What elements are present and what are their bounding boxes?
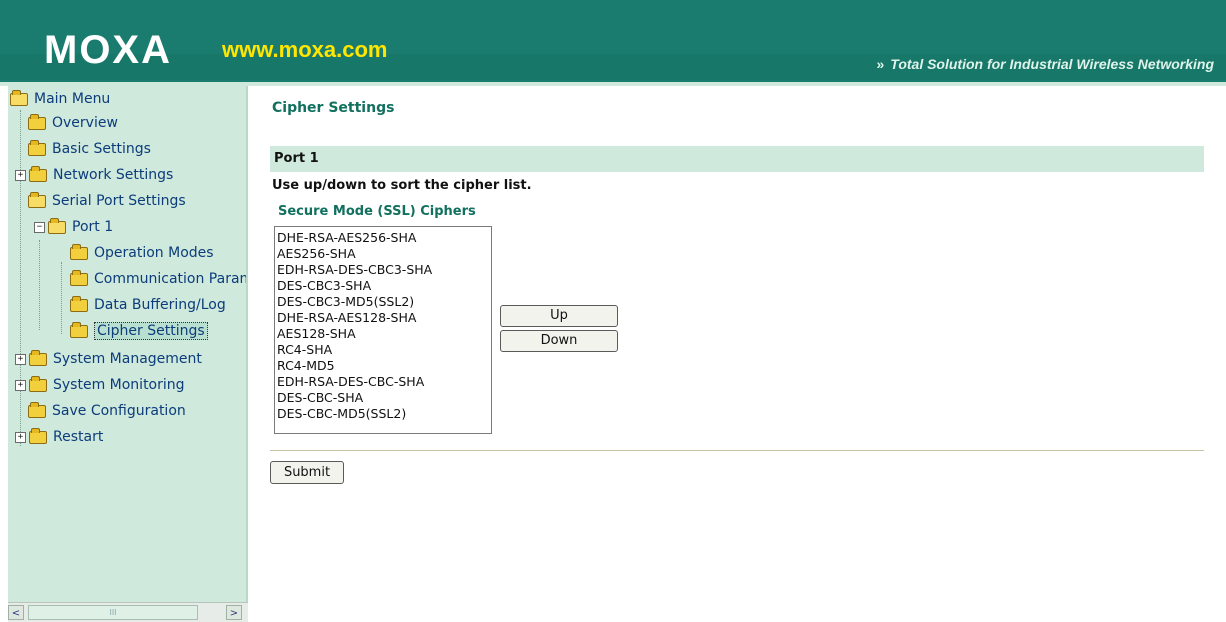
expand-plus-icon[interactable]: +	[15, 431, 26, 443]
sidebar-item-main-menu[interactable]: Main Menu	[10, 88, 110, 110]
sidebar-item-label: Communication Parameters	[94, 271, 246, 287]
expand-plus-icon[interactable]: +	[15, 169, 26, 181]
divider	[270, 450, 1204, 451]
sidebar-item-label: Network Settings	[53, 167, 174, 183]
tree-line	[61, 262, 62, 334]
cipher-option[interactable]: AES256-SHA	[277, 246, 491, 262]
cipher-option[interactable]: DES-CBC-MD5(SSL2)	[277, 406, 491, 422]
sidebar-item-label: Restart	[53, 429, 104, 445]
sidebar-item-label: Cipher Settings	[94, 322, 208, 340]
move-up-button[interactable]: Up	[500, 305, 618, 327]
sidebar-item-label: Serial Port Settings	[52, 193, 186, 209]
sidebar-item-serial-port-settings[interactable]: Serial Port Settings	[28, 190, 186, 212]
sidebar-item-communication-parameters[interactable]: Communication Parameters	[70, 268, 246, 290]
expand-plus-icon[interactable]: +	[15, 353, 26, 365]
folder-icon	[70, 321, 88, 338]
cipher-option[interactable]: EDH-RSA-DES-CBC-SHA	[277, 374, 491, 390]
sidebar-item-label: Save Configuration	[52, 403, 186, 419]
port-label: Port 1	[274, 151, 319, 166]
move-down-button[interactable]: Down	[500, 330, 618, 352]
cipher-list-heading: Secure Mode (SSL) Ciphers	[278, 204, 476, 219]
scroll-left-arrow-icon[interactable]: <	[8, 605, 24, 620]
sidebar-item-label: System Management	[53, 351, 202, 367]
header-banner: MOXA www.moxa.com » Total Solution for In…	[0, 0, 1226, 86]
sidebar-item-restart[interactable]: + Restart	[15, 426, 103, 448]
sort-instruction: Use up/down to sort the cipher list.	[272, 178, 532, 193]
folder-icon	[29, 165, 47, 182]
sidebar-item-system-monitoring[interactable]: + System Monitoring	[15, 374, 185, 396]
sidebar-menu: Main Menu Overview Basic Settings + Netw…	[8, 86, 248, 621]
cipher-option[interactable]: DES-CBC-SHA	[277, 390, 491, 406]
slogan-arrow-icon: »	[876, 56, 885, 72]
sidebar-item-system-management[interactable]: + System Management	[15, 348, 202, 370]
folder-icon	[28, 401, 46, 418]
slogan-text: Total Solution for Industrial Wireless N…	[890, 56, 1214, 72]
cipher-option[interactable]: DHE-RSA-AES256-SHA	[277, 230, 491, 246]
folder-icon	[28, 113, 46, 130]
folder-icon	[29, 427, 47, 444]
cipher-option[interactable]: DHE-RSA-AES128-SHA	[277, 310, 491, 326]
sidebar-item-label: Data Buffering/Log	[94, 297, 226, 313]
sidebar-item-port-1[interactable]: − Port 1	[34, 216, 113, 238]
folder-icon	[29, 375, 47, 392]
slogan: » Total Solution for Industrial Wireless …	[876, 56, 1214, 72]
folder-open-icon	[28, 191, 46, 208]
sidebar-item-label: Operation Modes	[94, 245, 214, 261]
sidebar-item-label: System Monitoring	[53, 377, 185, 393]
folder-icon	[70, 295, 88, 312]
sidebar-horizontal-scrollbar[interactable]: < III >	[8, 602, 248, 622]
cipher-option[interactable]: RC4-MD5	[277, 358, 491, 374]
sidebar-item-data-buffering-log[interactable]: Data Buffering/Log	[70, 294, 226, 316]
folder-icon	[70, 269, 88, 286]
port-header-bar	[270, 146, 1204, 172]
sidebar-item-label: Port 1	[72, 219, 114, 235]
tree-line	[39, 240, 40, 330]
cipher-option[interactable]: DES-CBC3-SHA	[277, 278, 491, 294]
sidebar-item-label: Overview	[52, 115, 118, 131]
folder-open-icon	[10, 89, 28, 106]
sidebar-item-network-settings[interactable]: + Network Settings	[15, 164, 173, 186]
sidebar-item-label: Basic Settings	[52, 141, 151, 157]
sidebar-item-save-configuration[interactable]: Save Configuration	[28, 400, 186, 422]
moxa-logo: MOXA	[44, 28, 172, 72]
folder-icon	[70, 243, 88, 260]
expand-plus-icon[interactable]: +	[15, 379, 26, 391]
sidebar-item-cipher-settings[interactable]: Cipher Settings	[70, 320, 208, 342]
sidebar-item-overview[interactable]: Overview	[28, 112, 118, 134]
submit-button[interactable]: Submit	[270, 461, 344, 484]
scroll-thumb[interactable]: III	[28, 605, 198, 620]
sidebar-item-operation-modes[interactable]: Operation Modes	[70, 242, 214, 264]
page-title: Cipher Settings	[272, 100, 395, 116]
cipher-option[interactable]: EDH-RSA-DES-CBC3-SHA	[277, 262, 491, 278]
main-content: Cipher Settings Port 1 Use up/down to so…	[262, 86, 1226, 621]
sidebar-item-label: Main Menu	[34, 91, 111, 107]
site-url[interactable]: www.moxa.com	[222, 38, 387, 62]
cipher-option[interactable]: RC4-SHA	[277, 342, 491, 358]
folder-icon	[29, 349, 47, 366]
sidebar-item-basic-settings[interactable]: Basic Settings	[28, 138, 151, 160]
cipher-listbox[interactable]: DHE-RSA-AES256-SHA AES256-SHA EDH-RSA-DE…	[274, 226, 492, 434]
cipher-option[interactable]: DES-CBC3-MD5(SSL2)	[277, 294, 491, 310]
collapse-minus-icon[interactable]: −	[34, 221, 45, 233]
folder-open-icon	[48, 217, 66, 234]
cipher-option[interactable]: AES128-SHA	[277, 326, 491, 342]
folder-icon	[28, 139, 46, 156]
scroll-right-arrow-icon[interactable]: >	[226, 605, 242, 620]
